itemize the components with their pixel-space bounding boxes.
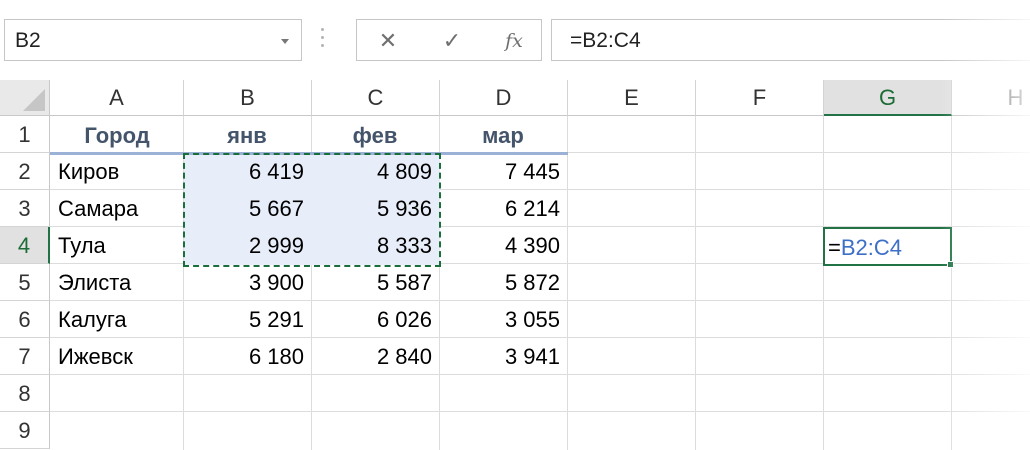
cell-a7[interactable]: Ижевск <box>52 338 182 375</box>
row-header-2[interactable]: 2 <box>0 153 50 190</box>
name-box-value: B2 <box>15 29 41 52</box>
row-header-1[interactable]: 1 <box>0 116 50 153</box>
formula-buttons: ✕ ✓ fx <box>356 19 542 61</box>
cell-d3[interactable]: 6 214 <box>442 190 566 227</box>
column-header-d[interactable]: D <box>440 80 568 116</box>
column-header-b[interactable]: B <box>184 80 312 116</box>
formula-value: =B2:C4 <box>570 29 641 52</box>
chevron-down-icon[interactable] <box>281 39 289 44</box>
header-mar[interactable]: мар <box>440 117 566 154</box>
cell-d5[interactable]: 5 872 <box>442 264 566 301</box>
column-header-h[interactable]: H <box>952 80 1030 116</box>
cell-a4[interactable]: Тула <box>52 227 182 264</box>
cancel-icon[interactable]: ✕ <box>375 28 401 54</box>
column-header-a[interactable]: A <box>50 80 184 116</box>
grid-line <box>567 116 568 450</box>
name-box[interactable]: B2 <box>4 19 302 61</box>
cell-c7[interactable]: 2 840 <box>314 338 438 375</box>
cell-edit-formula[interactable]: =B2:C4 <box>828 229 902 266</box>
copy-marquee <box>183 153 441 267</box>
column-header-g[interactable]: G <box>824 80 952 116</box>
select-all-triangle-icon <box>23 89 45 111</box>
header-city[interactable]: Город <box>52 117 182 154</box>
row-header-3[interactable]: 3 <box>0 190 50 227</box>
cell-c6[interactable]: 6 026 <box>314 301 438 338</box>
formula-bar-area: B2 ✕ ✓ fx =B2:C4 <box>0 0 1030 80</box>
cell-a2[interactable]: Киров <box>52 153 182 190</box>
cell-a6[interactable]: Калуга <box>52 301 182 338</box>
row-header-7[interactable]: 7 <box>0 338 50 375</box>
column-header-f[interactable]: F <box>696 80 824 116</box>
grid-line <box>951 116 952 450</box>
header-jan[interactable]: янв <box>184 117 310 154</box>
cell-d4[interactable]: 4 390 <box>442 227 566 264</box>
cell-d7[interactable]: 3 941 <box>442 338 566 375</box>
cell-a3[interactable]: Самара <box>52 190 182 227</box>
cell-b5[interactable]: 3 900 <box>186 264 310 301</box>
cell-d2[interactable]: 7 445 <box>442 153 566 190</box>
cell-b7[interactable]: 6 180 <box>186 338 310 375</box>
formula-reference: B2:C4 <box>840 235 903 260</box>
cell-c5[interactable]: 5 587 <box>314 264 438 301</box>
row-header-4[interactable]: 4 <box>0 227 50 264</box>
fill-handle[interactable] <box>947 261 954 268</box>
cell-a5[interactable]: Элиста <box>52 264 182 301</box>
formula-input[interactable]: =B2:C4 <box>551 19 1030 61</box>
enter-check-icon[interactable]: ✓ <box>439 28 465 54</box>
row-header-8[interactable]: 8 <box>0 375 50 412</box>
column-header-c[interactable]: C <box>312 80 440 116</box>
grid-line <box>823 116 824 450</box>
select-all-button[interactable] <box>0 80 50 116</box>
grip-handle-icon[interactable] <box>321 28 325 52</box>
insert-function-icon[interactable]: fx <box>501 28 527 54</box>
column-header-e[interactable]: E <box>568 80 696 116</box>
header-feb[interactable]: фев <box>312 117 438 154</box>
row-header-9[interactable]: 9 <box>0 412 50 449</box>
cell-d6[interactable]: 3 055 <box>442 301 566 338</box>
formula-equals: = <box>828 235 841 260</box>
grid-line <box>695 116 696 450</box>
cell-b6[interactable]: 5 291 <box>186 301 310 338</box>
row-header-6[interactable]: 6 <box>0 301 50 338</box>
row-header-5[interactable]: 5 <box>0 264 50 301</box>
active-cell-g4[interactable]: =B2:C4 <box>823 227 954 268</box>
grid-line <box>50 411 1030 412</box>
